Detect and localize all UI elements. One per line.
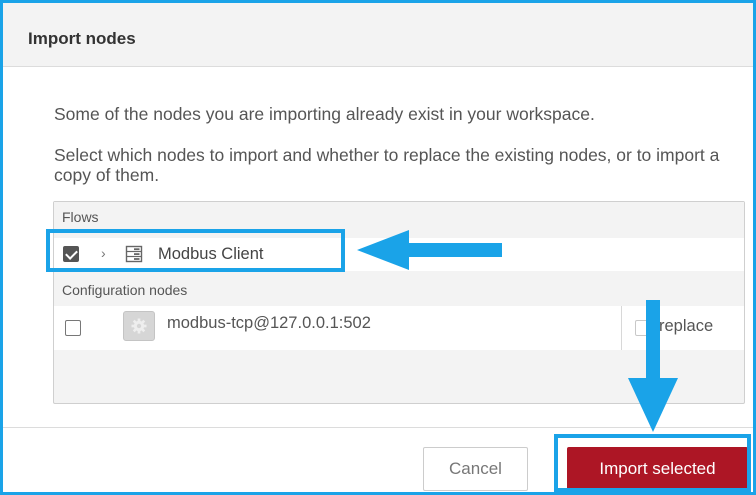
dialog-titlebar: Import nodes xyxy=(3,3,753,67)
cancel-button[interactable]: Cancel xyxy=(423,447,528,491)
gear-icon xyxy=(131,318,147,334)
column-divider xyxy=(621,306,622,350)
dialog-title: Import nodes xyxy=(28,29,136,48)
instruction-message: Select which nodes to import and whether… xyxy=(54,145,720,185)
chevron-right-icon[interactable]: › xyxy=(101,245,106,261)
info-message: Some of the nodes you are importing alre… xyxy=(54,104,595,124)
flow-label: Modbus Client xyxy=(158,245,264,263)
flows-header: Flows xyxy=(54,202,744,233)
config-node-label: modbus-tcp@127.0.0.1:502 xyxy=(167,314,371,332)
left-arrow-icon xyxy=(357,230,502,270)
flow-icon xyxy=(125,245,143,263)
down-arrow-icon xyxy=(628,300,678,432)
import-selected-button[interactable]: Import selected xyxy=(567,447,748,491)
config-node-checkbox[interactable] xyxy=(65,320,81,336)
flow-checkbox[interactable] xyxy=(63,246,79,262)
config-node-icon-box xyxy=(123,311,155,341)
